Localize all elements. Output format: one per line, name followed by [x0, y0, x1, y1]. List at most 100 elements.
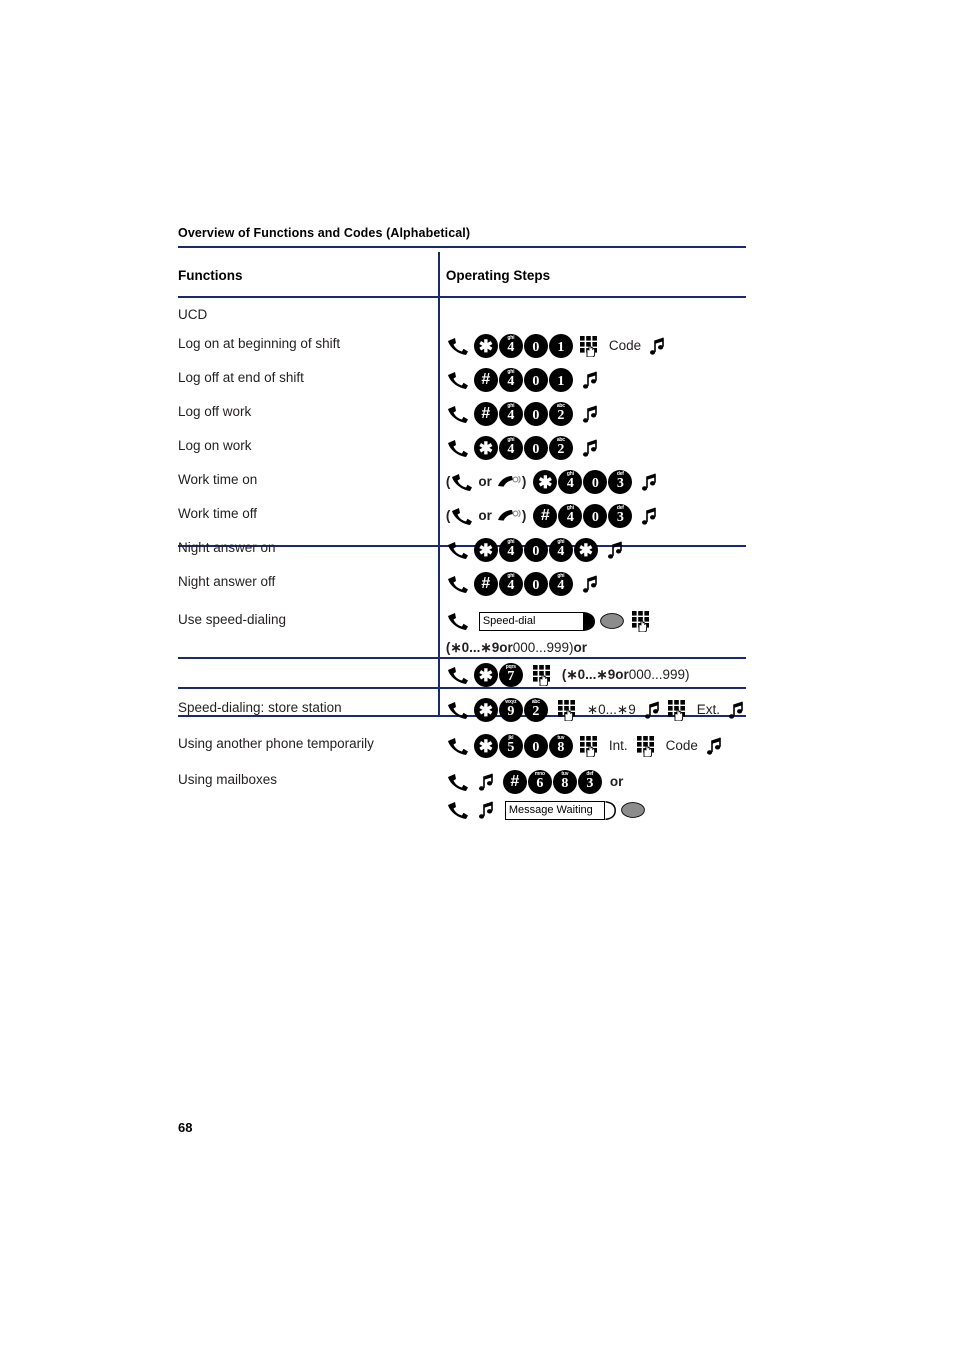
row-function-cell: Use speed-dialing: [178, 601, 438, 693]
steps-line: Speed-dial: [446, 608, 746, 634]
group-title-steps-cell: [438, 295, 746, 329]
function-label: Night answer off: [178, 574, 276, 589]
key-4: ghi 4: [548, 538, 573, 562]
function-label: Log on at beginning of shift: [178, 336, 341, 351]
row-steps-cell: ( or ) # ghi 4 0 def 3: [438, 499, 746, 533]
steps-line: ✱ pqrs 7 (∗0...∗9 or 000...999): [446, 661, 746, 689]
section-header: Overview of Functions and Codes (Alphabe…: [178, 226, 471, 240]
speed-dial-range-mid: 000...999): [512, 639, 574, 655]
table-row: Log off at end of shift # ghi 4 0 1: [178, 363, 746, 397]
function-label: Using another phone temporarily: [178, 736, 374, 751]
key-star: ✱: [473, 698, 498, 722]
col-header-functions: Functions: [178, 268, 243, 283]
key-3: def 3: [577, 770, 602, 794]
tone-icon: [478, 773, 494, 792]
table-header-row: Functions Operating Steps: [178, 252, 746, 295]
row-function-cell: Log off work: [178, 397, 438, 431]
row-function-cell: Speed-dialing: store station: [178, 693, 438, 727]
key-2: abc 2: [548, 402, 573, 426]
table-row: Log on work ✱ ghi 4 0 abc 2: [178, 431, 746, 465]
label-or: or: [573, 639, 588, 655]
label-or: or: [478, 508, 492, 523]
row-steps-cell: ✱ ghi 4 0 1 Code: [438, 329, 746, 363]
key-1: 1: [548, 334, 573, 358]
table-row: Night answer off # ghi 4 0 ghi 4: [178, 567, 746, 601]
function-label: Work time off: [178, 506, 258, 521]
steps-line: Message Waiting: [446, 795, 746, 825]
document-page: Overview of Functions and Codes (Alphabe…: [0, 0, 954, 1351]
function-label: Speed-dialing: store station: [178, 700, 342, 715]
table-row: Use speed-dialing Speed-dial (∗0...∗9 or…: [178, 601, 746, 693]
key-4: ghi 4: [498, 368, 523, 392]
lift-handset-icon: [446, 772, 470, 792]
lift-handset-icon: [446, 336, 470, 356]
speed-dial-range-open: (∗0...∗9: [445, 639, 500, 655]
lift-handset-icon: [446, 404, 470, 424]
row-steps-cell: ✱ ghi 4 0 abc 2: [438, 431, 746, 465]
key-0: 0: [523, 436, 548, 460]
lift-handset-icon: [446, 665, 470, 685]
key-4: ghi 4: [498, 334, 523, 358]
tone-icon: [582, 371, 598, 390]
row-function-cell: Night answer on: [178, 533, 438, 567]
key-3: def 3: [608, 504, 633, 528]
lift-handset-icon: [446, 800, 470, 820]
key-4: ghi 4: [558, 470, 583, 494]
row-steps-cell: ✱ wxyz 9 abc 2 ∗0...∗9 Ext.: [438, 693, 746, 727]
key-2: abc 2: [548, 436, 573, 460]
key-4: ghi 4: [548, 572, 573, 596]
speed-dial-key[interactable]: Speed-dial: [478, 611, 624, 631]
key-8: tuv 8: [552, 770, 577, 794]
lift-handset-icon: [450, 506, 474, 526]
key-cap-icon: [583, 611, 595, 631]
row-steps-cell: # ghi 4 0 abc 2: [438, 397, 746, 431]
label-code: Code: [608, 338, 642, 353]
table-row: Night answer on ✱ ghi 4 0 ghi 4 ✱: [178, 533, 746, 567]
key-0: 0: [523, 402, 548, 426]
key-hash: #: [473, 402, 498, 426]
keypad-icon: [532, 664, 553, 686]
key-hash: #: [533, 504, 558, 528]
row-function-cell: Log on work: [178, 431, 438, 465]
row-function-cell: Log off at end of shift: [178, 363, 438, 397]
tone-icon: [582, 575, 598, 594]
key-0: 0: [583, 470, 608, 494]
lift-handset-icon: [446, 736, 470, 756]
keypad-icon: [631, 610, 652, 632]
key-star: ✱: [473, 663, 498, 687]
lift-handset-icon: [446, 438, 470, 458]
key-6: mno 6: [527, 770, 552, 794]
tone-icon: [582, 405, 598, 424]
page-number: 68: [178, 1120, 193, 1135]
row-steps-cell: ✱ ghi 4 0 ghi 4 ✱: [438, 533, 746, 567]
row-function-cell: Work time off: [178, 499, 438, 533]
key-hash: #: [473, 572, 498, 596]
row-steps-cell: # ghi 4 0 ghi 4: [438, 567, 746, 601]
table-row: Log off work # ghi 4 0 abc 2: [178, 397, 746, 431]
keypad-icon: [579, 335, 600, 357]
table-row: UCD: [178, 295, 746, 329]
header-divider: [178, 246, 746, 248]
row-function-cell: Log on at beginning of shift: [178, 329, 438, 363]
row-steps-cell: Speed-dial (∗0...∗9 or 000...999) or ✱ p…: [438, 601, 746, 693]
col-header-operating-steps: Operating Steps: [445, 268, 551, 283]
key-8: tuv 8: [548, 734, 573, 758]
tone-icon: [478, 801, 494, 820]
steps-line: ✱ jkl 5 0 tuv 8 Int. Code: [446, 733, 746, 759]
tone-icon: [582, 439, 598, 458]
keypad-icon: [557, 699, 578, 721]
lift-handset-icon: [446, 574, 470, 594]
row-function-cell: Work time on: [178, 465, 438, 499]
table-row: Work time off ( or ) # ghi 4 0 def 3: [178, 499, 746, 533]
key-9: wxyz 9: [498, 698, 523, 722]
message-waiting-key[interactable]: Message Waiting: [504, 800, 645, 820]
steps-line: # ghi 4 0 ghi 4: [446, 571, 746, 597]
key-0: 0: [523, 734, 548, 758]
tone-icon: [706, 737, 722, 756]
function-label: Work time on: [178, 472, 258, 487]
paren-close: ): [521, 474, 527, 489]
row-function-cell: Using another phone temporarily: [178, 727, 438, 763]
key-4: ghi 4: [498, 436, 523, 460]
group-title-ucd: UCD: [178, 307, 208, 322]
key-0: 0: [523, 334, 548, 358]
